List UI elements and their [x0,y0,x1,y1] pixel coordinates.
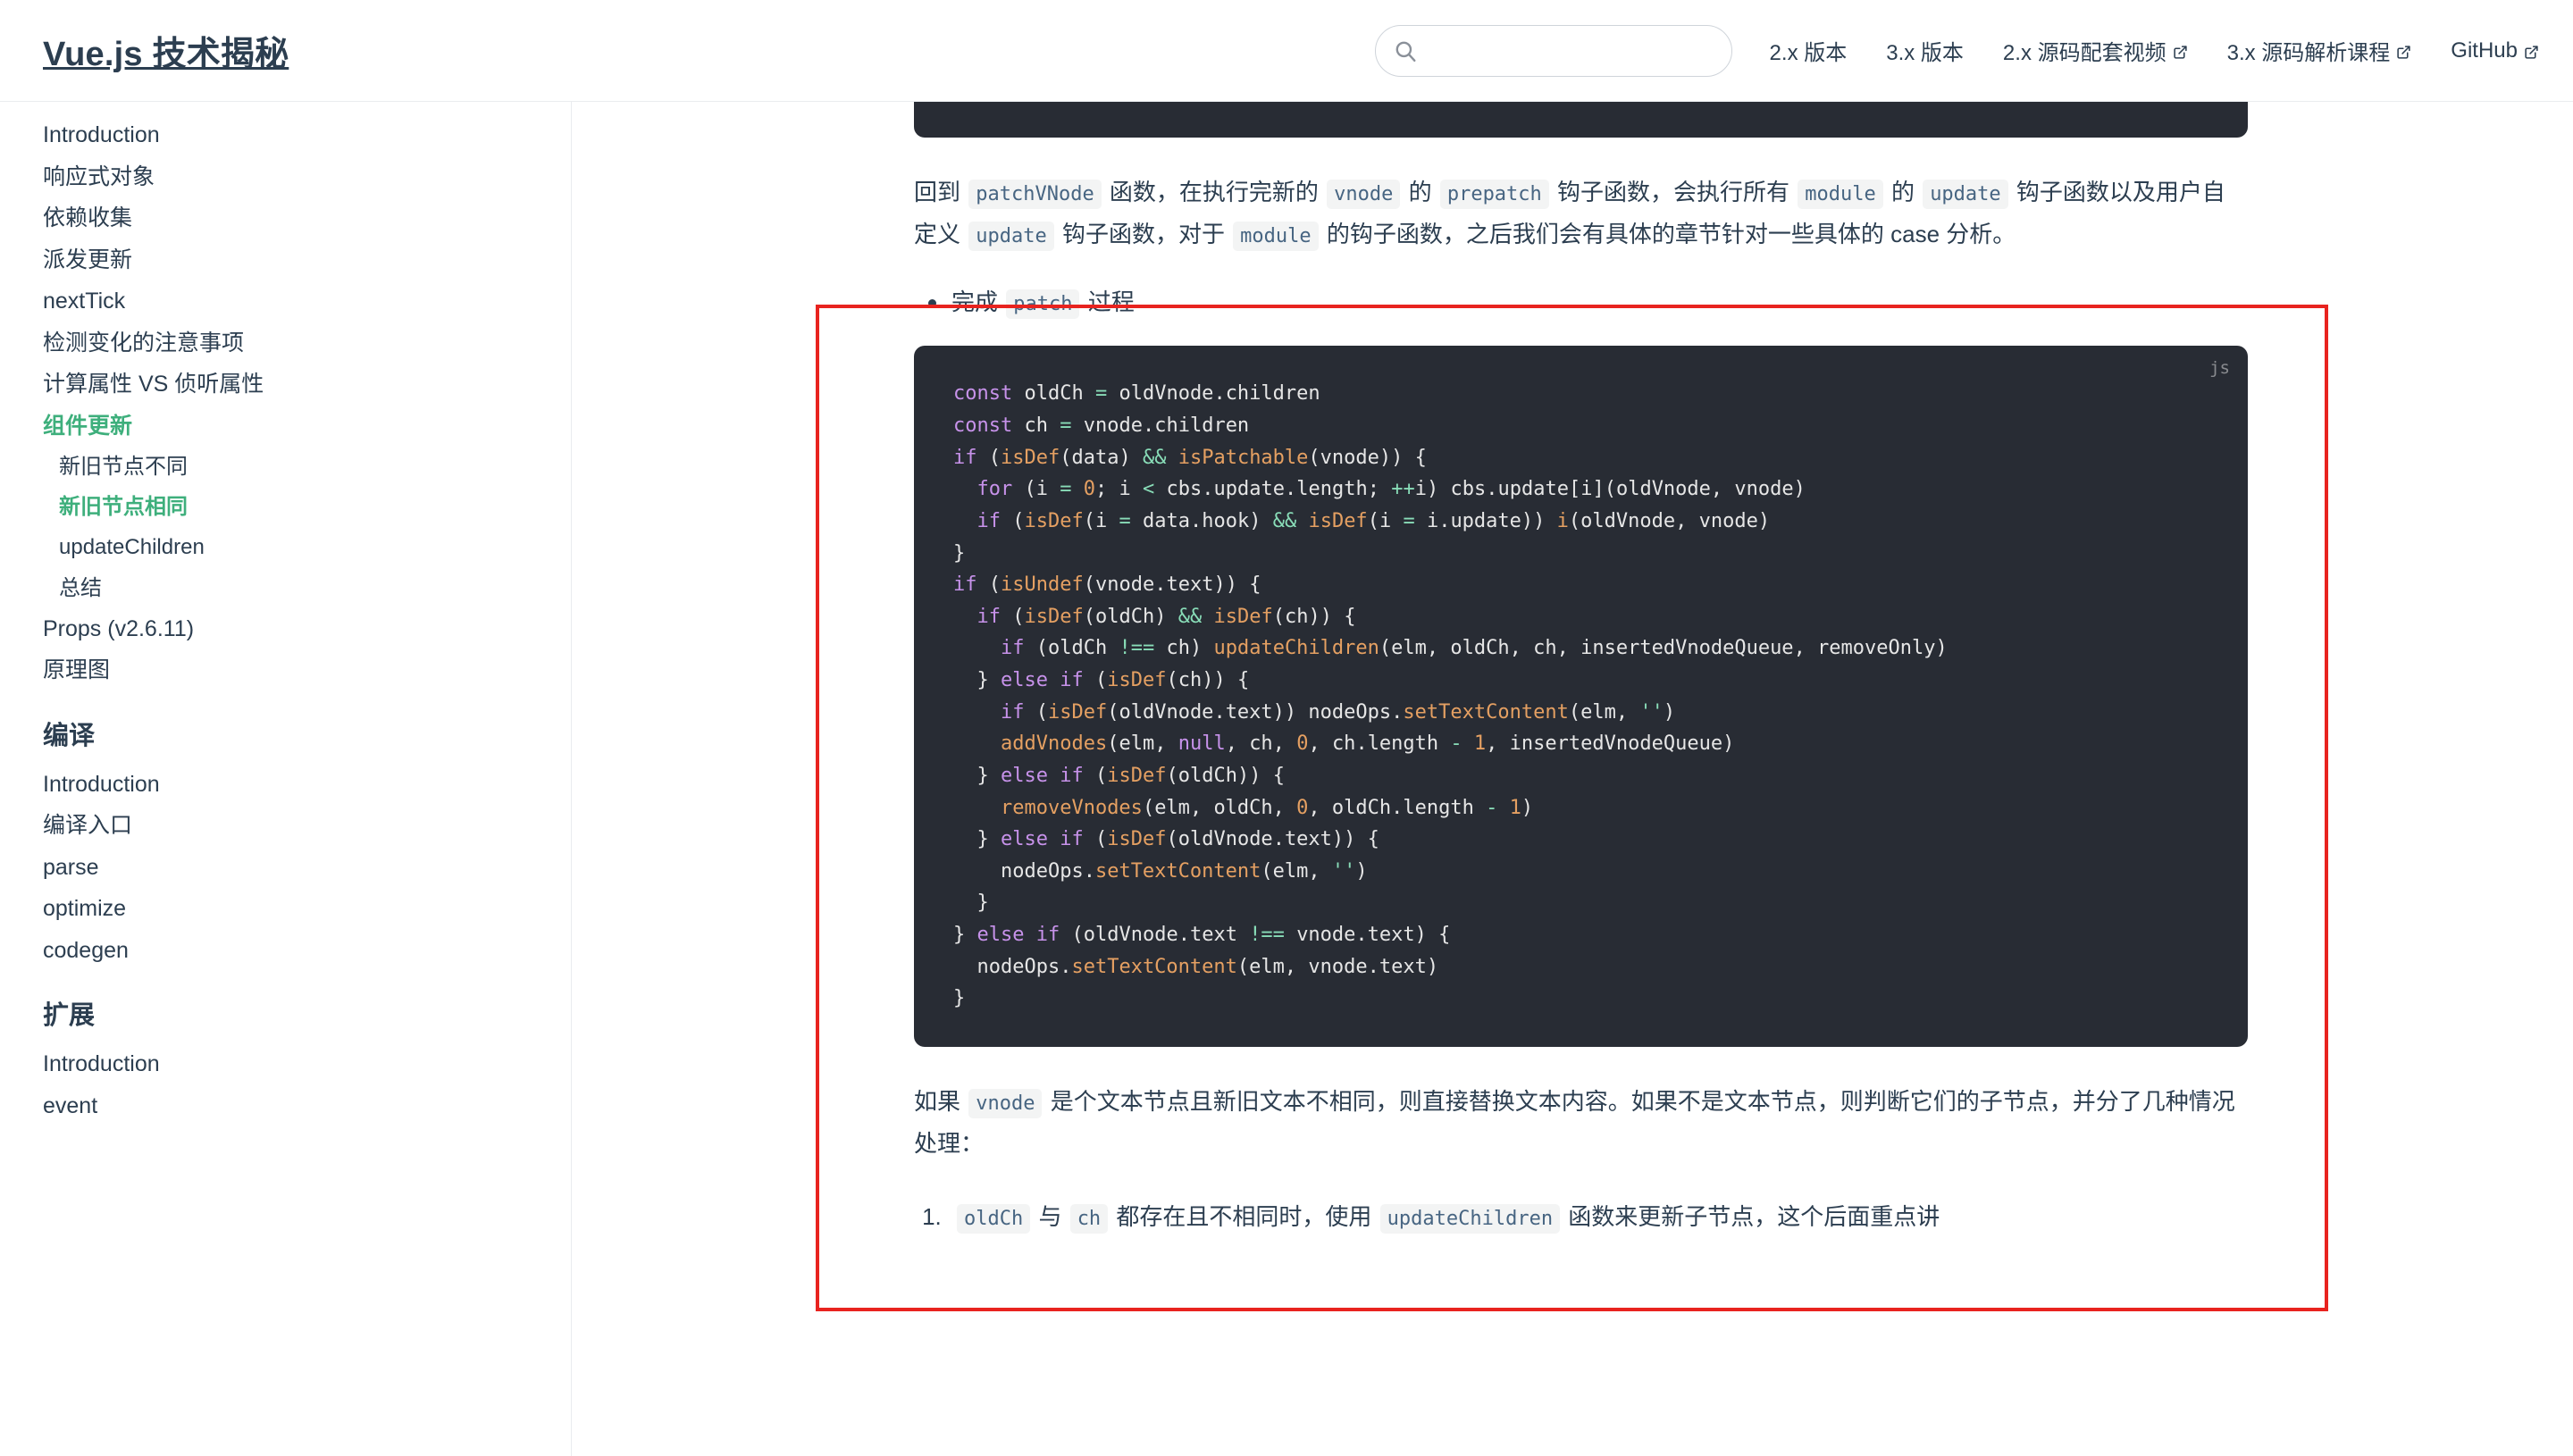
paragraph-patchvnode-explanation: 回到 patchVNode 函数，在执行完新的 vnode 的 prepatch… [914,172,2248,256]
external-link-icon [2173,41,2188,59]
sidebar-item-dispatch-update[interactable]: 派发更新 [0,239,571,281]
nav-link-2x-video[interactable]: 2.x 源码配套视频 [2003,35,2188,66]
inline-code: vnode [968,1088,1043,1118]
sidebar-item-props[interactable]: Props (v2.6.11) [0,608,571,650]
nav-link-label: 2.x 版本 [1769,41,1848,65]
nav-link-3x-course[interactable]: 3.x 源码解析课程 [2227,35,2412,66]
code-language-label: js [2209,358,2230,379]
previous-code-block-cutoff [914,102,2248,138]
inline-code: update [968,222,1054,252]
sidebar-item-event[interactable]: event [0,1085,571,1127]
document-body: 回到 patchVNode 函数，在执行完新的 vnode 的 prepatch… [914,102,2248,1237]
list-item: 完成 patch 过程 [928,281,2248,323]
code-content: const oldCh = oldVnode.children const ch… [953,382,1948,1010]
sidebar-item-component-update[interactable]: 组件更新 [0,406,571,448]
sidebar-item-compile-introduction[interactable]: Introduction [0,764,571,806]
nav-link-label: 2.x 源码配套视频 [2002,41,2167,65]
inline-code: vnode [1327,180,1401,209]
inline-code: update [1923,180,2008,209]
sidebar-item-extend-introduction[interactable]: Introduction [0,1043,571,1085]
sidebar-group-title-compile: 编译 [43,721,96,750]
site-title[interactable]: Vue.js 技术揭秘 [43,26,289,75]
inline-code: ch [1069,1203,1109,1234]
external-link-icon [2524,41,2539,59]
inline-code: module [1233,222,1319,252]
paragraph-vnode-text-explanation: 如果 vnode 是个文本节点且新旧文本不相同，则直接替换文本内容。如果不是文本… [914,1087,2235,1158]
nav-link-github[interactable]: GitHub [2451,38,2539,63]
nav-link-label: 3.x 源码解析课程 [2226,41,2391,65]
sidebar-item-computed-vs-watch[interactable]: 计算属性 VS 侦听属性 [0,364,571,406]
navbar: Vue.js 技术揭秘 2.x 版本 3.x 版本 2.x 源码配套视频 3.x… [0,0,2573,102]
sidebar-subitem-different-nodes[interactable]: 新旧节点不同 [0,447,571,487]
search-box[interactable] [1374,24,1732,77]
sidebar-item-principle-diagram[interactable]: 原理图 [0,649,571,691]
inline-code: patchVNode [968,180,1102,209]
sidebar[interactable]: Introduction 响应式对象 依赖收集 派发更新 nextTick 检测… [0,102,572,1456]
sidebar-item-dependency-collection[interactable]: 依赖收集 [0,197,571,239]
sidebar-item-parse[interactable]: parse [0,847,571,889]
bullet-list-patch-steps: 完成 patch 过程 [914,281,2248,323]
ordered-list-cases: oldCh 与 ch 都存在且不相同时，使用 updateChildren 函数… [914,1196,2248,1238]
sidebar-item-reactive-object[interactable]: 响应式对象 [0,156,571,198]
sidebar-item-compile-entry[interactable]: 编译入口 [0,805,571,847]
sidebar-group-title-extend: 扩展 [43,1001,96,1031]
search-icon [1394,39,1417,63]
sidebar-subitem-summary[interactable]: 总结 [0,568,571,608]
navbar-right-group: 2.x 版本 3.x 版本 2.x 源码配套视频 3.x 源码解析课程 GitH… [1374,24,2539,77]
nav-link-label: 3.x 版本 [1886,41,1964,65]
nav-link-3x-version[interactable]: 3.x 版本 [1886,35,1964,66]
search-input[interactable] [1375,25,1731,76]
inline-code: module [1798,180,1883,209]
list-item: oldCh 与 ch 都存在且不相同时，使用 updateChildren 函数… [948,1196,2248,1238]
main-content-area: 回到 patchVNode 函数，在执行完新的 vnode 的 prepatch… [573,102,2573,1456]
inline-code: patch [1006,289,1080,319]
inline-code: updateChildren [1379,1203,1561,1234]
inline-code: prepatch [1439,180,1549,209]
sidebar-subitem-updatechildren[interactable]: updateChildren [0,527,571,567]
sidebar-item-optimize[interactable]: optimize [0,888,571,930]
sidebar-item-nexttick[interactable]: nextTick [0,280,571,322]
code-block-patchvnode[interactable]: js const oldCh = oldVnode.children const… [914,346,2248,1047]
sidebar-subitem-same-nodes[interactable]: 新旧节点相同 [0,487,571,527]
sidebar-item-introduction[interactable]: Introduction [0,114,571,156]
inline-code: oldCh [957,1203,1031,1234]
sidebar-item-codegen[interactable]: codegen [0,930,571,972]
nav-link-label: GitHub [2451,38,2518,63]
external-link-icon [2396,41,2411,59]
nav-link-2x-version[interactable]: 2.x 版本 [1770,35,1848,66]
sidebar-item-change-detection-caveats[interactable]: 检测变化的注意事项 [0,322,571,364]
